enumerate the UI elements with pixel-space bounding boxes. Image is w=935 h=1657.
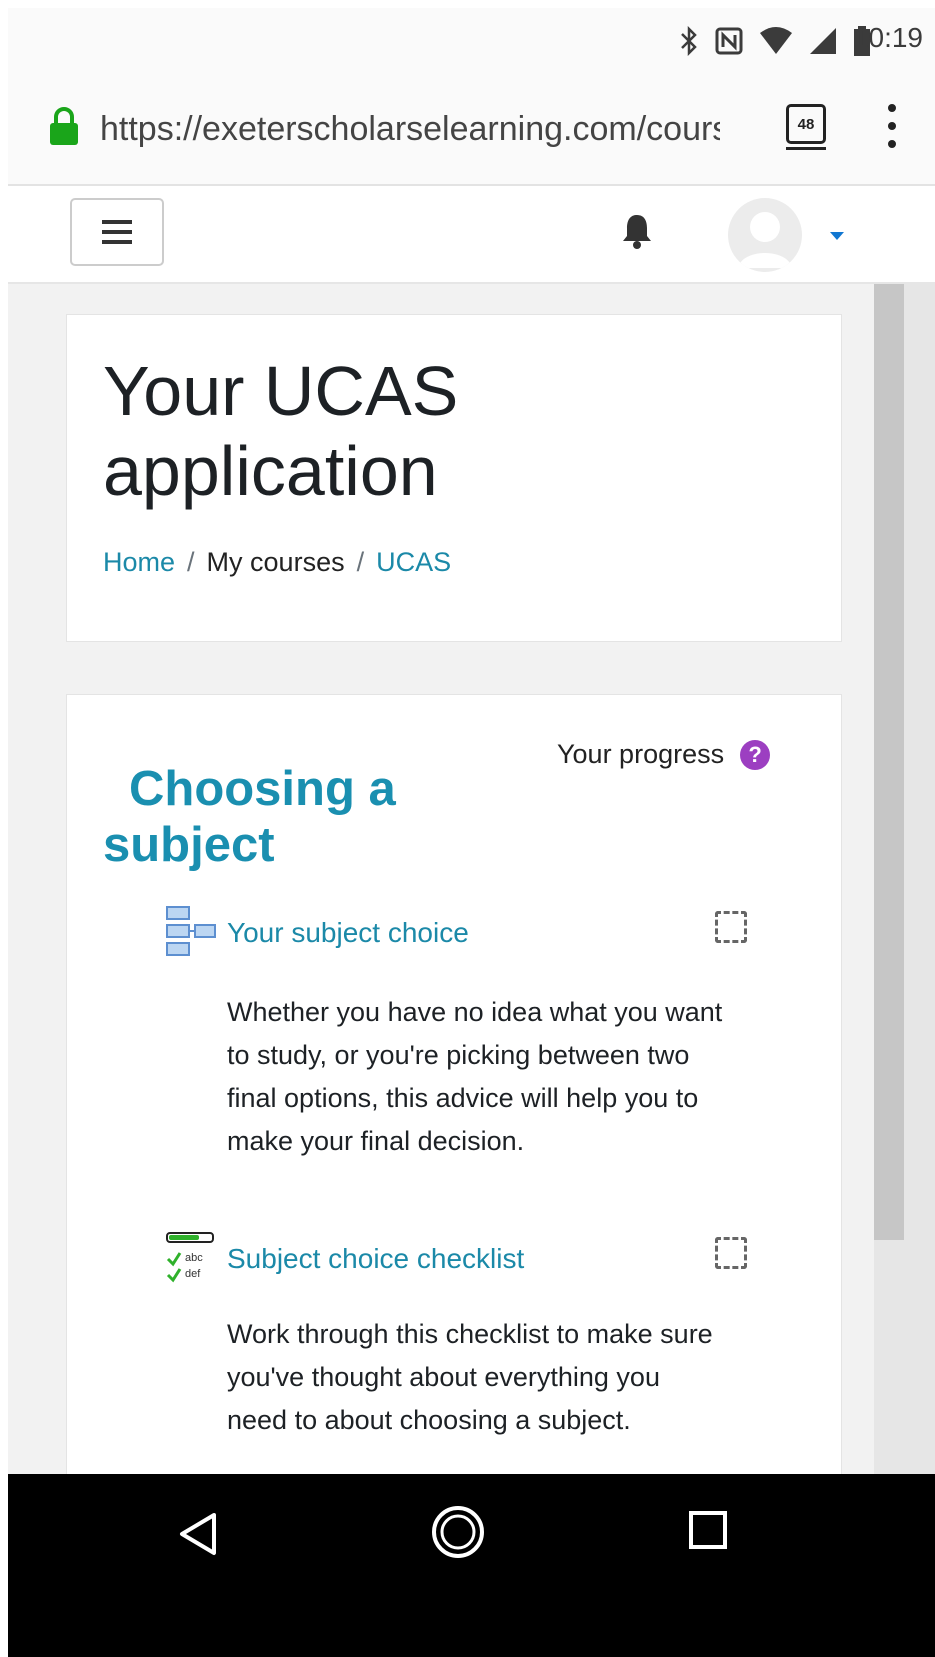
android-nav-bar — [8, 1474, 935, 1657]
phone-screen: 10:19 https://exeterscholarselearning.co… — [8, 8, 935, 1657]
user-avatar[interactable] — [728, 198, 802, 272]
progress-label: Your progress — [557, 739, 725, 769]
status-clock: 10:19 — [852, 22, 923, 53]
nav-drawer-button[interactable] — [70, 198, 164, 266]
completion-checkbox[interactable] — [715, 1237, 747, 1269]
breadcrumb: Home / My courses / UCAS — [103, 547, 452, 577]
back-icon[interactable] — [178, 1512, 218, 1556]
user-menu-caret-icon[interactable] — [830, 232, 844, 240]
breadcrumb-my-courses: My courses — [206, 547, 345, 577]
checklist-icon-text-bottom: def — [185, 1268, 201, 1280]
tab-switcher-button[interactable]: 48 — [786, 104, 826, 150]
hamburger-icon — [102, 220, 132, 224]
browser-menu-icon[interactable] — [882, 104, 902, 148]
progress-indicator: Your progress ? — [557, 739, 771, 770]
checklist-icon-text-top: abc — [185, 1252, 203, 1264]
completion-checkbox[interactable] — [715, 911, 747, 943]
wifi-icon — [760, 27, 792, 54]
home-icon[interactable] — [428, 1502, 488, 1562]
page-header-card: Your UCAS application Home / My courses / UC… — [66, 314, 842, 642]
browser-toolbar: https://exeterscholarselearning.com/cour… — [8, 74, 935, 186]
signal-icon — [810, 28, 836, 54]
nfc-icon — [715, 27, 743, 55]
lock-icon — [50, 107, 78, 145]
status-icons — [679, 26, 871, 56]
activity-link-subject-checklist[interactable]: Subject choice checklist — [227, 1243, 524, 1275]
activity-link-subject-choice[interactable]: Your subject choice — [227, 917, 469, 949]
user-avatar-icon — [738, 212, 792, 268]
notification-bell-icon[interactable] — [620, 212, 654, 250]
status-bar: 10:19 — [8, 8, 935, 74]
breadcrumb-ucas[interactable]: UCAS — [376, 547, 451, 577]
breadcrumb-home[interactable]: Home — [103, 547, 175, 577]
site-navbar — [8, 186, 935, 284]
recent-apps-icon[interactable] — [688, 1510, 728, 1550]
bluetooth-icon — [681, 26, 697, 56]
scrollbar-thumb[interactable] — [874, 284, 904, 1240]
book-structure-icon — [166, 906, 216, 956]
activity-item: abc def Subject choice checklist Work th… — [165, 1231, 765, 1471]
activity-description: Work through this checklist to make sure… — [227, 1319, 713, 1435]
page-title: Your UCAS application — [103, 352, 459, 510]
section-title: Choosing a subject — [103, 762, 396, 872]
activity-description: Whether you have no idea what you want t… — [227, 997, 723, 1156]
help-icon[interactable]: ? — [740, 739, 771, 770]
checklist-icon: abc def — [166, 1232, 214, 1283]
url-field[interactable]: https://exeterscholarselearning.com/cour… — [100, 110, 720, 149]
activity-item: Your subject choice Whether you have no … — [165, 905, 765, 1205]
